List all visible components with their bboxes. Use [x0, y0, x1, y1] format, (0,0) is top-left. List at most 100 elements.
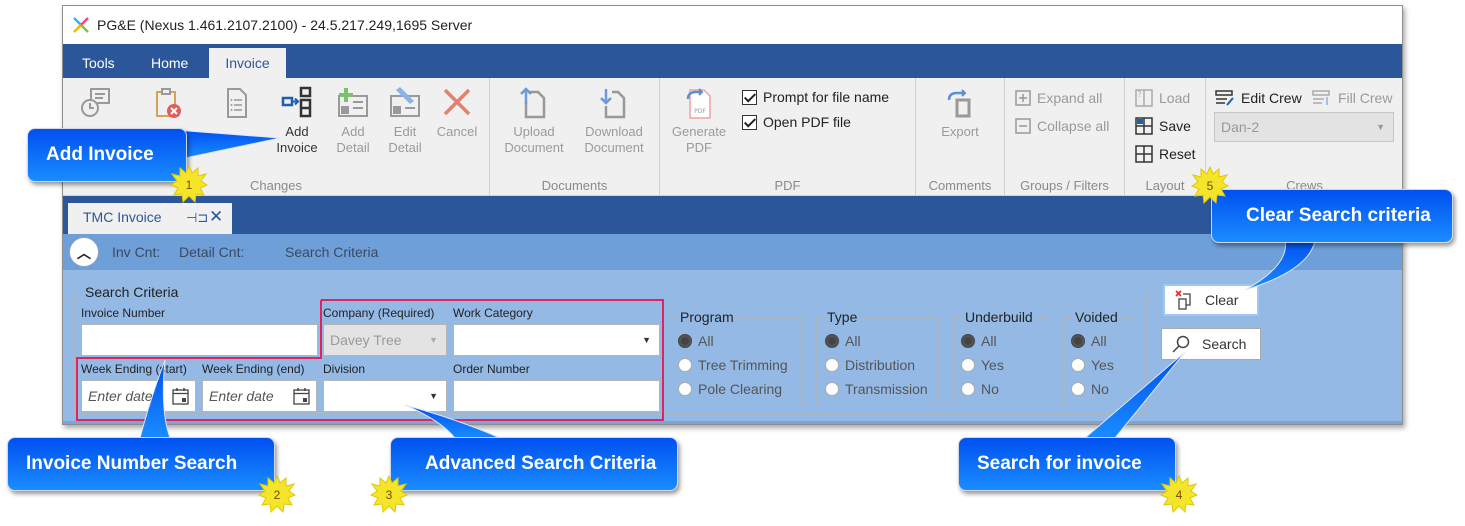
week-start-placeholder: Enter date: [88, 388, 153, 404]
generate-pdf-label-2: PDF: [686, 140, 712, 155]
ribbon-group-crews: Edit Crew Fill Crew Dan-2 ▼ Crews: [1206, 78, 1403, 196]
clipboard-delete-button[interactable]: [143, 86, 189, 124]
type-option-label: All: [845, 333, 861, 349]
voided-radio-no[interactable]: No: [1071, 378, 1109, 400]
work-category-select[interactable]: ▼: [453, 324, 660, 356]
export-label: Export: [941, 124, 979, 139]
search-criteria-legend: Search Criteria: [81, 284, 183, 300]
timesheet-button[interactable]: [73, 86, 119, 124]
open-pdf-checkbox[interactable]: Open PDF file: [742, 111, 851, 133]
cancel-button[interactable]: Cancel: [433, 86, 481, 140]
search-button[interactable]: Search: [1161, 328, 1261, 360]
clear-icon: [1175, 290, 1191, 310]
fill-crew-icon: [1312, 90, 1330, 105]
callout-text: Clear Search criteria: [1246, 205, 1431, 226]
underbuild-radio-no[interactable]: No: [961, 378, 999, 400]
group-label-groups-filters: Groups / Filters: [1020, 178, 1109, 193]
checkbox-checked-icon: [742, 89, 757, 105]
invoice-button[interactable]: [211, 86, 261, 124]
callout-add-invoice: Add Invoice: [27, 128, 187, 182]
expand-all-button[interactable]: Expand all: [1015, 87, 1102, 109]
tmc-invoice-tab-label: TMC Invoice: [83, 209, 162, 225]
radio-selected-icon: [678, 334, 692, 348]
summary-bar: ︿ Inv Cnt: Detail Cnt: Search Criteria: [63, 234, 1402, 270]
search-panel: Search Criteria Invoice Number Company (…: [63, 270, 1402, 424]
badge-number: 2: [274, 488, 281, 502]
load-layout-button[interactable]: ? Load: [1135, 87, 1190, 109]
ribbon-group-documents: Upload Document Download Document Docume…: [490, 78, 660, 196]
tab-home[interactable]: Home: [137, 48, 202, 78]
type-radio-distribution[interactable]: Distribution: [825, 354, 915, 376]
week-start-label: Week Ending (start): [81, 362, 187, 376]
upload-document-icon: [520, 87, 546, 119]
program-radio-all[interactable]: All: [678, 330, 714, 352]
tab-invoice[interactable]: Invoice: [209, 48, 286, 78]
tab-tools[interactable]: Tools: [68, 48, 129, 78]
program-legend: Program: [676, 309, 738, 325]
chevron-down-icon: ▼: [642, 335, 651, 345]
badge-2: 2: [258, 475, 296, 513]
type-radio-transmission[interactable]: Transmission: [825, 378, 928, 400]
week-start-date-picker[interactable]: Enter date: [81, 380, 196, 412]
ribbon-group-pdf: PDF Generate PDF Prompt for file name Op…: [660, 78, 916, 196]
callout-text: Search for invoice: [977, 453, 1142, 474]
generate-pdf-label-1: Generate: [671, 124, 727, 139]
underbuild-radio-all[interactable]: All: [961, 330, 997, 352]
week-end-date-picker[interactable]: Enter date: [202, 380, 317, 412]
division-select[interactable]: ▼: [323, 380, 447, 412]
underbuild-radio-yes[interactable]: Yes: [961, 354, 1004, 376]
voided-legend: Voided: [1071, 309, 1122, 325]
collapse-all-button[interactable]: Collapse all: [1015, 115, 1109, 137]
radio-icon: [825, 358, 839, 372]
add-detail-button[interactable]: Add Detail: [331, 86, 375, 156]
upload-document-button[interactable]: Upload Document: [498, 86, 570, 156]
voided-option-label: All: [1091, 333, 1107, 349]
window-title: PG&E (Nexus 1.461.2107.2100) - 24.5.217.…: [97, 17, 473, 33]
clear-label: Clear: [1205, 292, 1239, 308]
add-invoice-button[interactable]: Add Invoice: [269, 86, 325, 156]
prompt-file-name-checkbox[interactable]: Prompt for file name: [742, 86, 889, 108]
fill-crew-button[interactable]: Fill Crew: [1312, 87, 1392, 109]
underbuild-option-label: Yes: [981, 357, 1004, 373]
collapse-button[interactable]: ︿: [69, 237, 99, 267]
voided-radio-all[interactable]: All: [1071, 330, 1107, 352]
export-button[interactable]: Export: [928, 86, 992, 140]
tmc-invoice-tab[interactable]: TMC Invoice ⊣⊐ ✕: [68, 203, 232, 234]
crew-select[interactable]: Dan-2 ▼: [1214, 112, 1394, 142]
generate-pdf-button[interactable]: PDF Generate PDF: [666, 86, 732, 156]
invoice-number-label: Invoice Number: [81, 306, 166, 320]
order-number-input[interactable]: [453, 380, 660, 412]
order-number-label: Order Number: [453, 362, 530, 376]
download-document-button[interactable]: Download Document: [578, 86, 650, 156]
reset-layout-button[interactable]: Reset: [1135, 143, 1196, 165]
program-radio-pole-clearing[interactable]: Pole Clearing: [678, 378, 782, 400]
ribbon-group-groups-filters: Expand all Collapse all Groups / Filters: [1005, 78, 1125, 196]
edit-crew-icon: [1215, 90, 1234, 106]
save-layout-button[interactable]: Save: [1135, 115, 1191, 137]
radio-icon: [1071, 382, 1085, 396]
edit-detail-icon: [390, 87, 420, 117]
underbuild-option-label: All: [981, 333, 997, 349]
edit-crew-button[interactable]: Edit Crew: [1215, 87, 1302, 109]
voided-radio-yes[interactable]: Yes: [1071, 354, 1114, 376]
calendar-icon[interactable]: [172, 387, 189, 405]
reset-label: Reset: [1159, 146, 1196, 162]
group-label-documents: Documents: [541, 178, 608, 193]
company-select[interactable]: Davey Tree ▼: [323, 324, 447, 356]
type-radio-all[interactable]: All: [825, 330, 861, 352]
chevron-down-icon: ▼: [429, 335, 438, 345]
clipboard-delete-icon: [156, 88, 181, 118]
edit-detail-button[interactable]: Edit Detail: [383, 86, 427, 156]
close-icon[interactable]: ✕: [209, 202, 223, 231]
invoice-number-input[interactable]: [81, 324, 318, 356]
expand-icon: [1015, 90, 1031, 106]
badge-3: 3: [370, 475, 408, 513]
clear-button[interactable]: Clear: [1163, 284, 1259, 316]
callout-advanced-search: Advanced Search Criteria: [390, 437, 678, 491]
type-option-label: Distribution: [845, 357, 916, 373]
pin-icon[interactable]: ⊣⊐: [186, 203, 208, 232]
calendar-icon[interactable]: [293, 387, 310, 405]
program-radio-tree-trimming[interactable]: Tree Trimming: [678, 354, 788, 376]
add-invoice-icon: [281, 86, 312, 118]
upload-label-2: Document: [504, 140, 564, 155]
